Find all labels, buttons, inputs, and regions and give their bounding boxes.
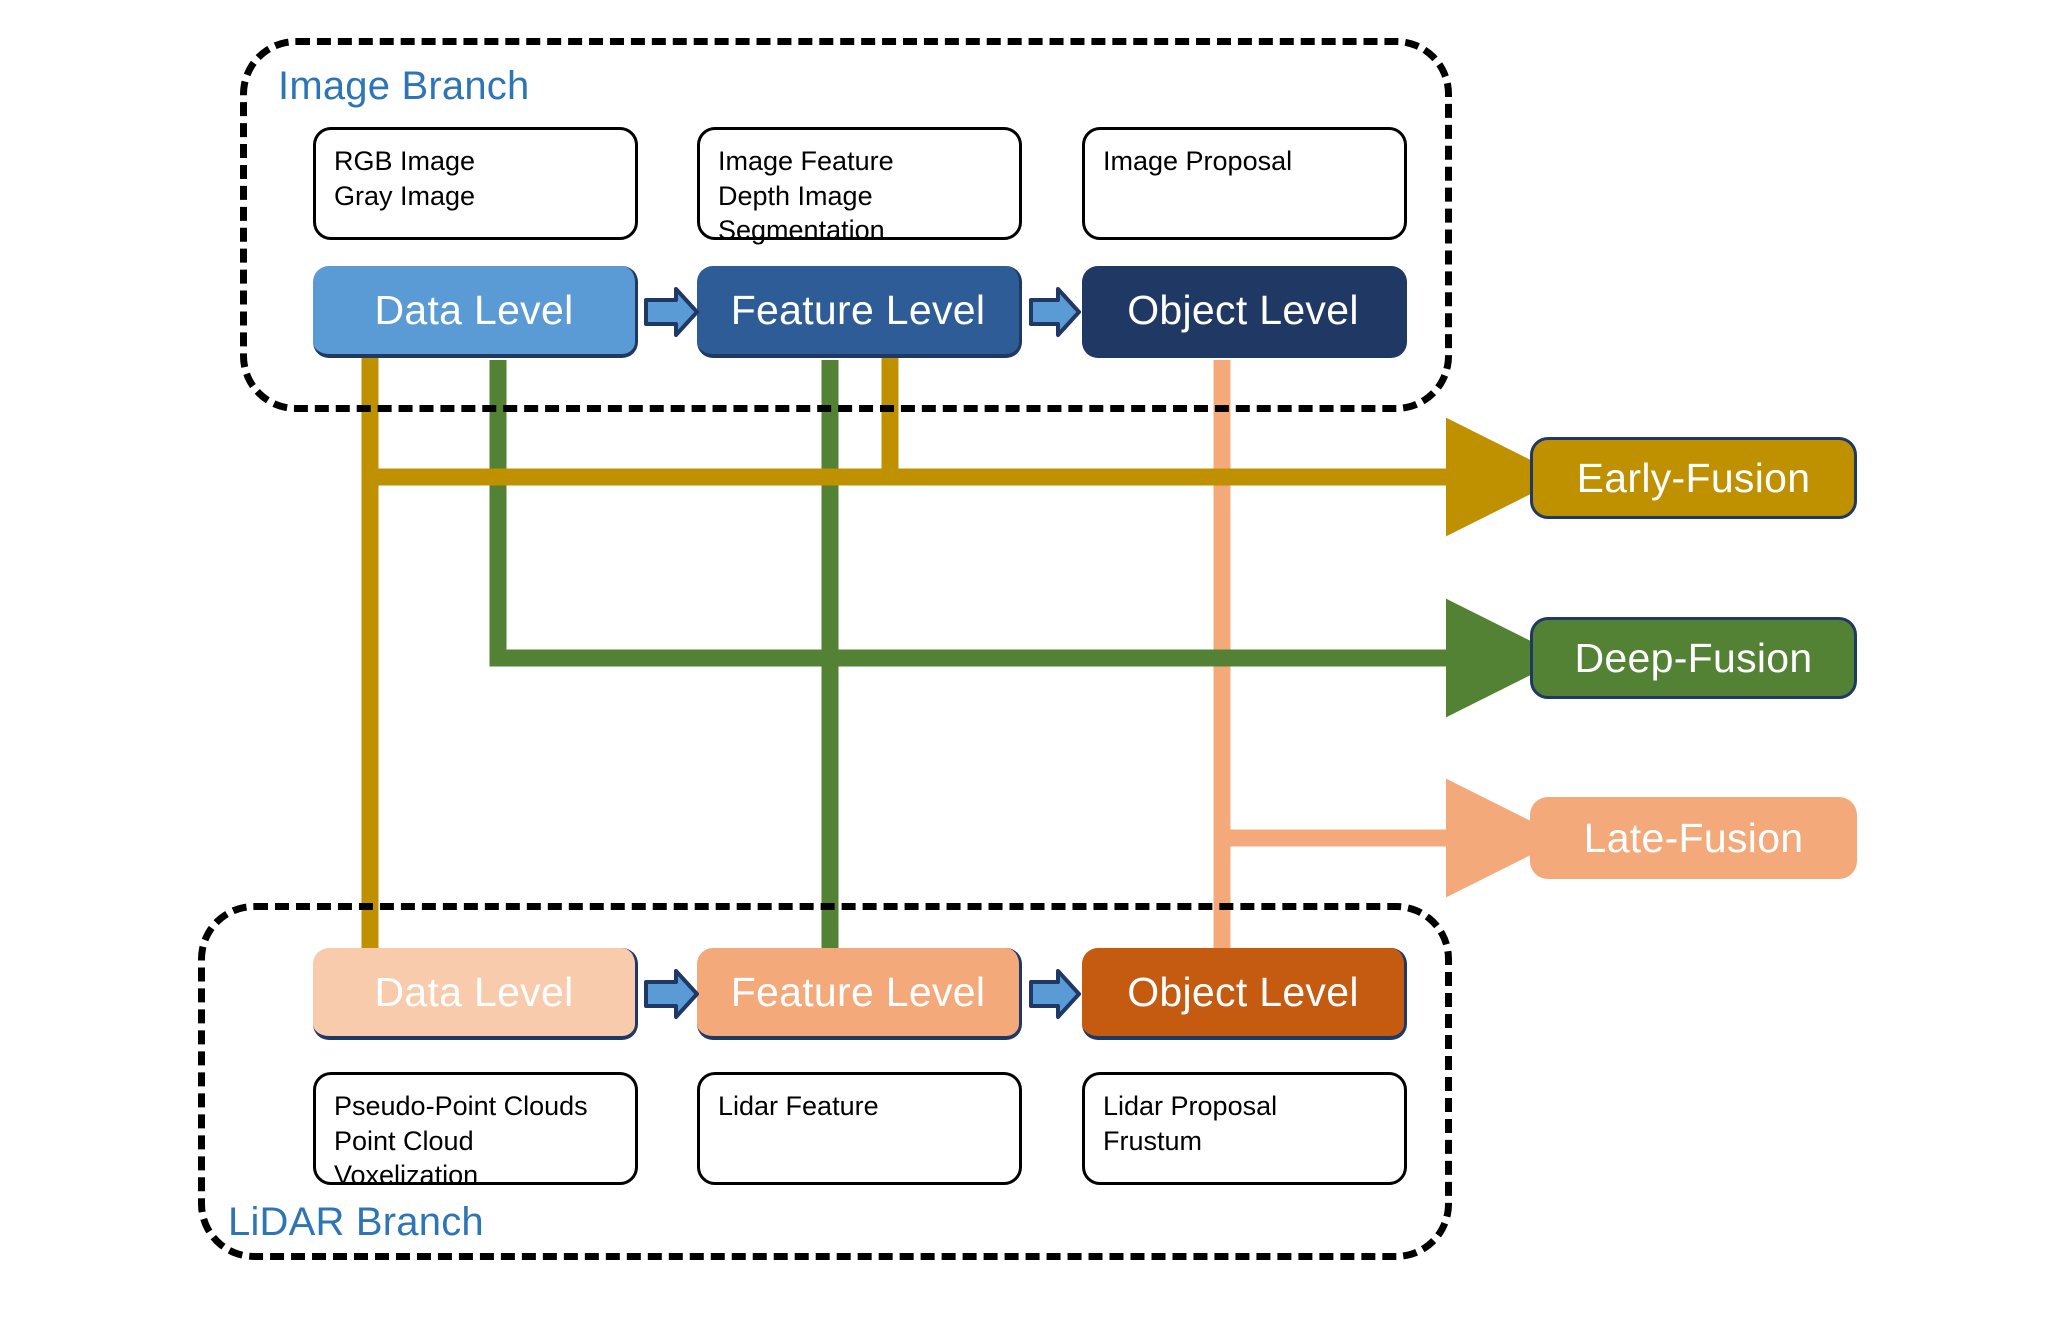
fusion-label: Late-Fusion [1583,814,1804,861]
detail-line: Frustum [1103,1125,1203,1156]
blue-block-arrow-icon [644,969,699,1019]
detail-box-lidar-feature: Lidar Feature [697,1072,1022,1185]
blue-block-arrow-icon [1029,969,1081,1019]
fusion-late[interactable]: Late-Fusion [1530,797,1857,879]
fusion-label: Early-Fusion [1576,454,1811,501]
detail-line: Lidar Feature [718,1091,879,1121]
detail-box-lidar-data: Pseudo-Point Clouds Point Cloud Voxeliza… [313,1072,638,1190]
detail-box-lidar-object: Lidar Proposal Frustum [1082,1072,1407,1185]
fusion-label: Deep-Fusion [1574,634,1813,681]
fusion-deep[interactable]: Deep-Fusion [1530,617,1857,699]
detail-line: Lidar Proposal [1103,1091,1278,1121]
fusion-early[interactable]: Early-Fusion [1530,437,1857,519]
detail-line: Point Cloud [334,1125,474,1156]
diagram-canvas: Image Branch RGB Image Gray Image Image … [0,0,2054,1318]
detail-line: Voxelization [334,1160,479,1191]
detail-line: Pseudo-Point Clouds [334,1091,588,1121]
